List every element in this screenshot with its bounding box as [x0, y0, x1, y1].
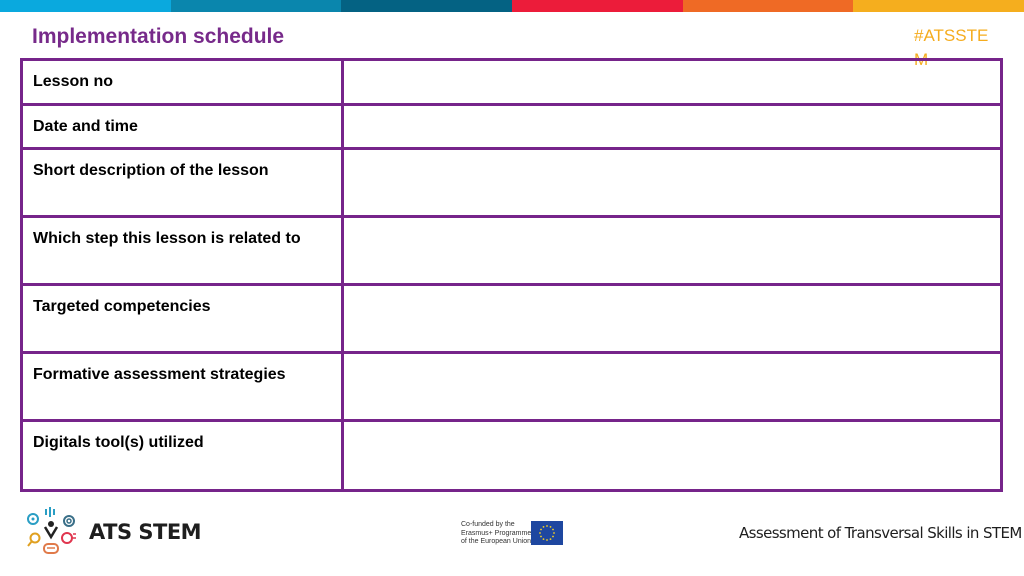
table-row: Formative assessment strategies: [20, 351, 1003, 422]
implementation-schedule-table: Lesson no Date and time Short descriptio…: [20, 58, 1003, 492]
cofunded-line: of the European Union: [461, 538, 532, 545]
stripe-segment: [682, 0, 854, 12]
stripe-segment: [512, 0, 683, 12]
cofunded-line: Erasmus+ Programme: [461, 529, 532, 537]
table-row: Lesson no: [20, 58, 1003, 106]
row-label: Targeted competencies: [20, 283, 344, 354]
page-title: Implementation schedule: [32, 25, 285, 48]
cofunded-line: Co-funded by the: [461, 521, 515, 528]
row-value-cell[interactable]: [341, 215, 1003, 286]
stripe-segment: [0, 0, 171, 12]
row-value-cell[interactable]: [341, 147, 1003, 218]
footer-tagline: Assessment of Transversal Skills in STEM: [739, 524, 1022, 542]
table-row: Which step this lesson is related to: [20, 215, 1003, 286]
row-label: Formative assessment strategies: [20, 351, 344, 422]
table-row: Digitals tool(s) utilized: [20, 419, 1003, 492]
color-stripe: [0, 0, 1024, 12]
cofunded-text: Co-funded by the Erasmus+ Programme of t…: [461, 521, 531, 547]
row-value-cell[interactable]: [341, 351, 1003, 422]
stripe-segment: [341, 0, 513, 12]
eu-flag-icon: [531, 521, 563, 545]
ats-stem-logo-text: ATS STEM: [89, 520, 202, 544]
table-row: Short description of the lesson: [20, 147, 1003, 218]
row-value-cell[interactable]: [341, 419, 1003, 492]
row-label: Date and time: [20, 103, 344, 150]
table-row: Targeted competencies: [20, 283, 1003, 354]
row-label: Short description of the lesson: [20, 147, 344, 218]
row-label: Which step this lesson is related to: [20, 215, 344, 286]
table-row: Date and time: [20, 103, 1003, 150]
ats-stem-logo-icon: [27, 507, 76, 554]
row-label: Lesson no: [20, 58, 344, 106]
stripe-segment: [853, 0, 1024, 12]
row-value-cell[interactable]: [341, 283, 1003, 354]
row-label: Digitals tool(s) utilized: [20, 419, 344, 492]
row-value-cell[interactable]: [341, 103, 1003, 150]
row-value-cell[interactable]: [341, 58, 1003, 106]
stripe-segment: [170, 0, 342, 12]
